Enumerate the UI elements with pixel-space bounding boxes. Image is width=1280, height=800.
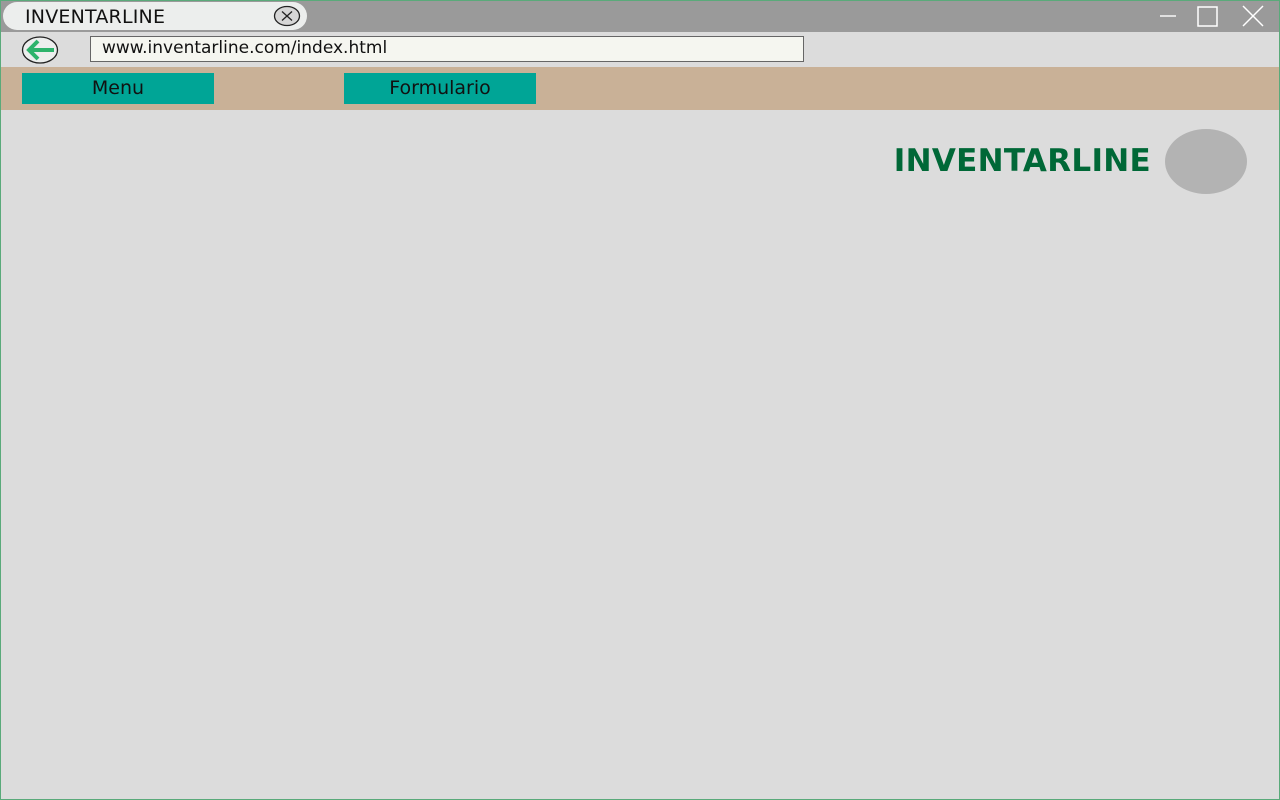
url-text: www.inventarline.com/index.html xyxy=(102,38,388,58)
tab-title: INVENTARLINE xyxy=(25,6,166,28)
browser-tab[interactable]: INVENTARLINE xyxy=(3,2,307,30)
address-bar: www.inventarline.com/index.html xyxy=(1,32,1279,67)
browser-window: INVENTARLINE www.inventarline.com/index.… xyxy=(0,0,1280,800)
back-arrow-icon[interactable] xyxy=(21,35,61,65)
close-circle-icon[interactable] xyxy=(273,5,301,27)
title-bar: INVENTARLINE xyxy=(1,1,1279,32)
formulario-button[interactable]: Formulario xyxy=(344,73,536,104)
minimize-icon[interactable] xyxy=(1156,5,1180,29)
maximize-icon[interactable] xyxy=(1196,5,1220,29)
menu-button[interactable]: Menu xyxy=(22,73,214,104)
url-input[interactable]: www.inventarline.com/index.html xyxy=(90,36,804,62)
avatar[interactable] xyxy=(1165,129,1247,194)
brand-title: INVENTARLINE xyxy=(893,143,1151,179)
nav-bar: Menu Formulario xyxy=(1,67,1279,110)
close-icon[interactable] xyxy=(1241,5,1265,29)
main-content: INVENTARLINE xyxy=(1,110,1279,799)
